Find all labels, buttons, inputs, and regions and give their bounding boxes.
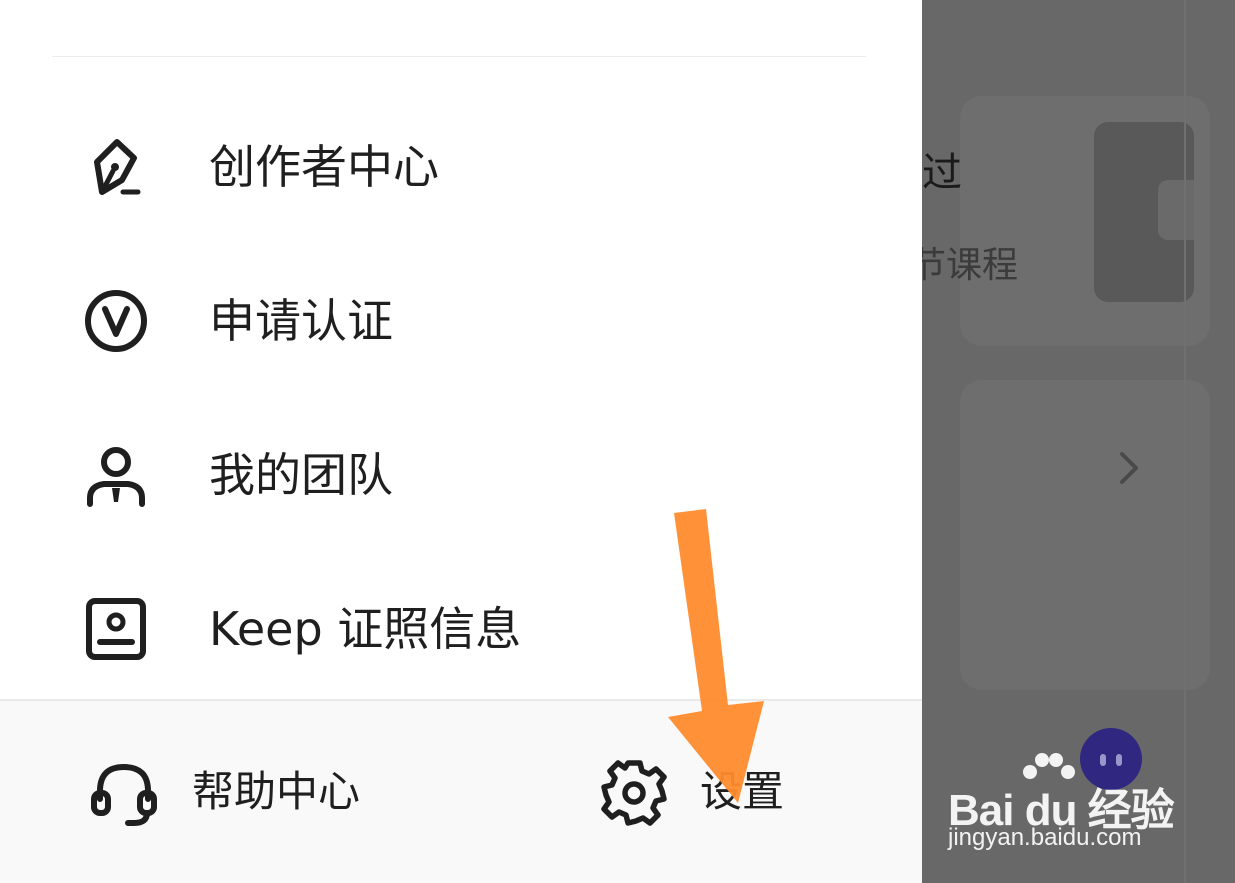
headset-icon [91,763,157,826]
menu-item-keep-license-info[interactable]: Keep 证照信息 [0,574,922,684]
background-card-title: 过 [922,150,962,196]
background-thumbnail-play-tab [1158,180,1194,240]
watermark-url: jingyan.baidu.com [948,824,1142,851]
menu-item-apply-verification[interactable]: 申请认证 [0,266,922,376]
background-card-subtitle: 节课程 [910,245,1019,286]
chevron-right-icon [1120,452,1138,484]
help-center-label: 帮助中心 [192,767,361,816]
help-center-button[interactable]: 帮助中心 [90,753,390,833]
team-person-icon [87,447,145,507]
baidu-jingyan-watermark: Bai du 经验 jingyan.baidu.com [948,748,1178,858]
license-card-icon [86,598,146,660]
side-drawer: 创作者中心 申请认证 我的团队 Keep 证照信息 帮助中心 设置 [0,0,922,883]
menu-item-my-team[interactable]: 我的团队 [0,420,922,530]
drawer-top-divider [52,56,866,57]
menu-item-label: 创作者中心 [209,140,439,194]
menu-item-label: 申请认证 [209,294,393,348]
menu-item-label: 我的团队 [209,448,393,502]
menu-item-creator-center[interactable]: 创作者中心 [0,112,922,222]
background-divider [1184,0,1186,883]
verified-v-icon [85,290,147,352]
drawer-footer: 帮助中心 设置 [0,699,922,883]
annotation-arrow-icon [668,509,764,803]
baidu-paw-logo-icon [1023,753,1075,779]
screen: 过 节课程 创作者中心 申请认证 我的团队 Keep 证照信息 帮助中心 设置 … [0,0,1235,883]
pen-nib-icon [94,139,141,195]
background-list-card [960,380,1210,690]
gear-icon [601,760,667,826]
menu-item-label: Keep 证照信息 [209,602,522,656]
